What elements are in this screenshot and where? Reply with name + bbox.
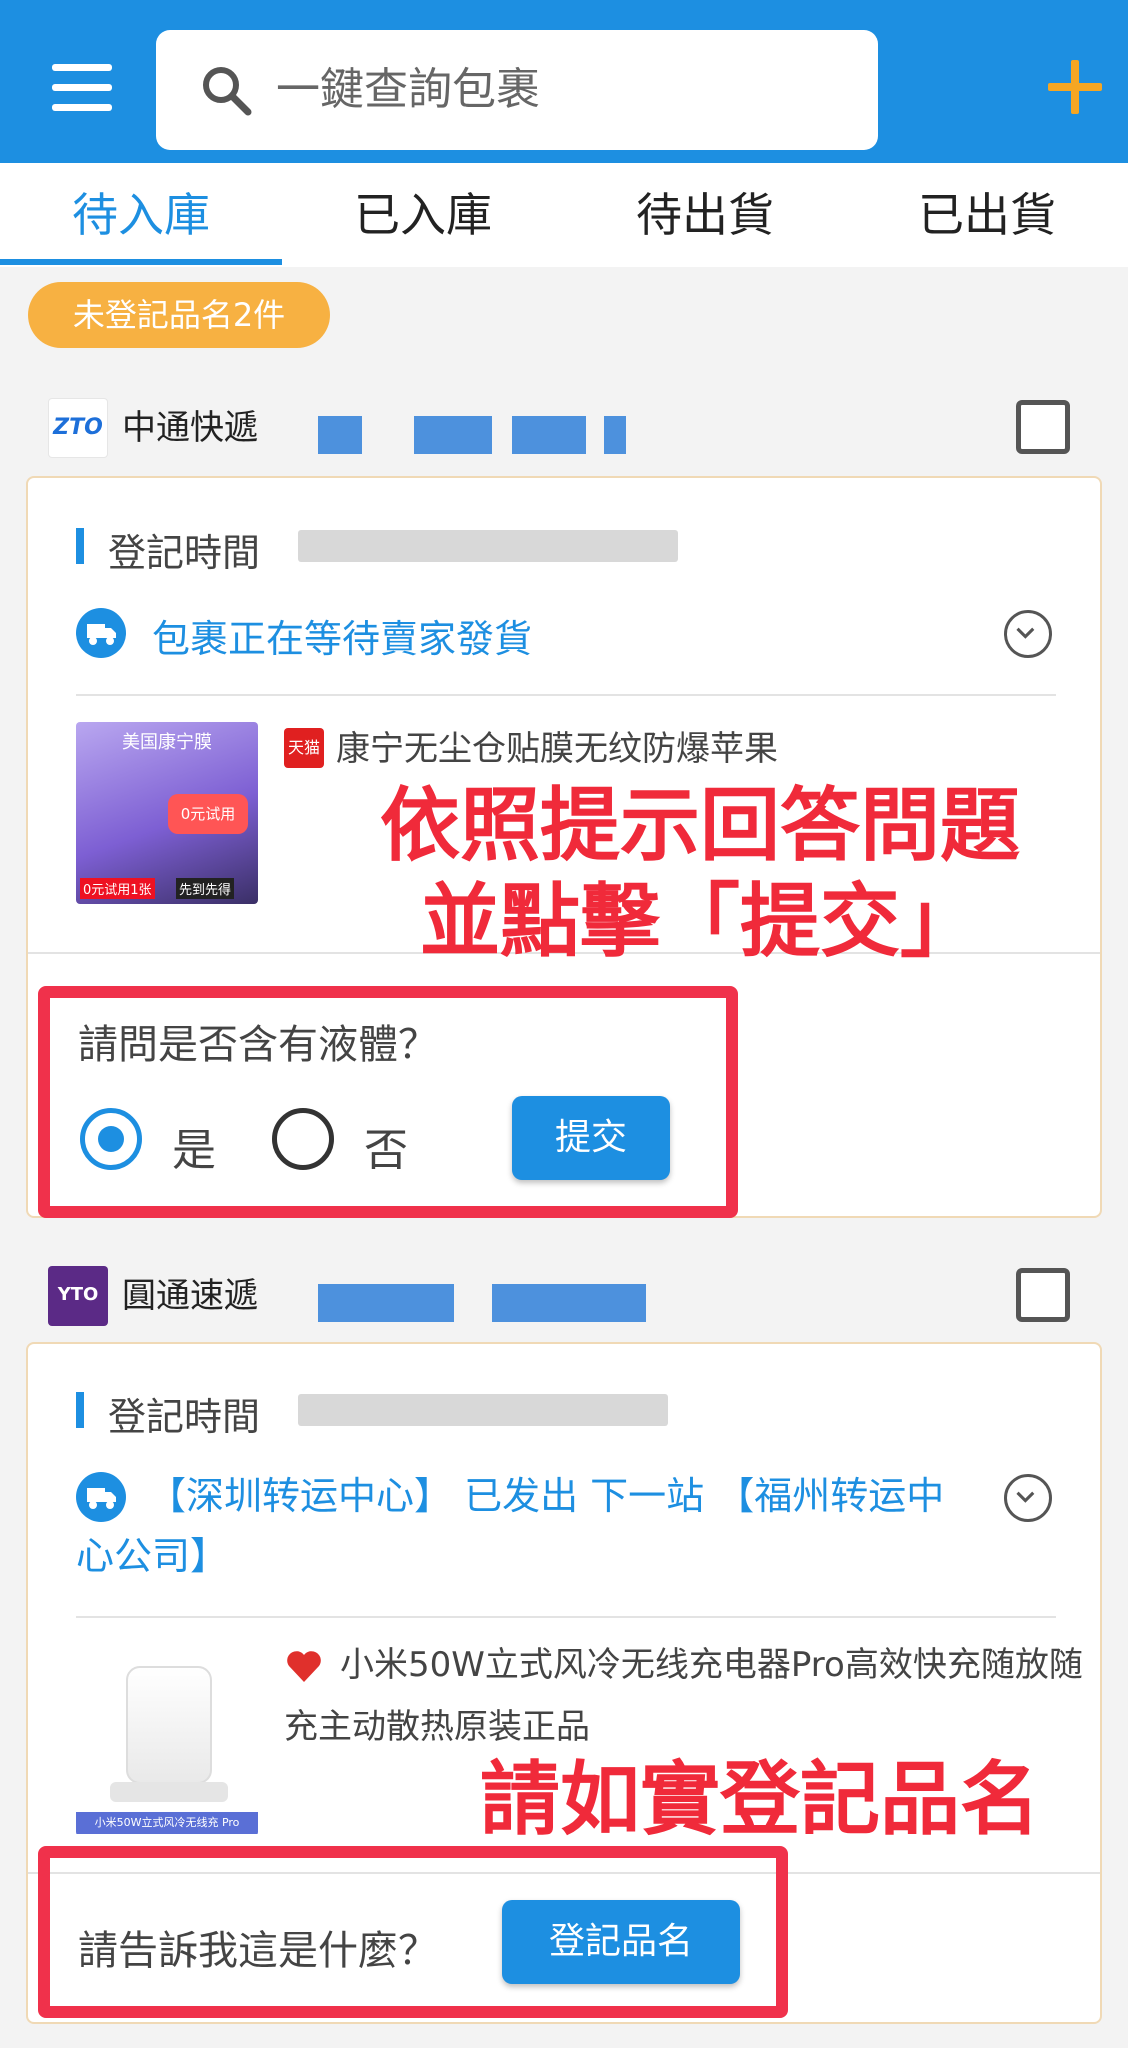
zto-logo-icon: ZTO [48,398,108,458]
section-bar [76,528,84,564]
select-checkbox[interactable] [1016,400,1070,454]
registration-time-label: 登記時間 [108,1395,261,1439]
annotation-instruction: 依照提示回答問題 並點擊「提交」 [320,778,1080,970]
truck-icon [76,608,126,658]
select-checkbox[interactable] [1016,1268,1070,1322]
tab-inbound[interactable]: 已入庫 [282,163,564,267]
product-thumbnail[interactable]: 美国康宁膜 0元试用 0元试用1张 先到先得 [76,722,258,904]
redacted-tracking-number [318,1284,454,1322]
redacted-timestamp [298,530,678,562]
carrier-row: ZTO 中通快遞 [0,372,1128,478]
thumbnail-tag: 先到先得 [176,878,235,899]
carrier-name: 中通快遞 [122,408,258,448]
search-icon [203,67,252,116]
registration-time-label: 登記時間 [108,531,261,575]
redacted-tracking-number [414,416,492,454]
yto-logo-icon: YTO [48,1266,108,1326]
unregistered-count-badge[interactable]: 未登記品名2件 [28,282,330,348]
tab-shipped[interactable]: 已出貨 [846,163,1128,267]
product-thumbnail[interactable]: 小米50W立式风冷无线充 Pro [76,1654,258,1836]
shipping-status: 【深圳转运中心】 已发出 下一站 【福州转运中心公司】 [76,1474,945,1578]
thumbnail-tag: 0元试用1张 [80,878,155,899]
product-title[interactable]: 小米50W立式风冷无线充电器Pro高效快充随放随充主动散热原装正品 [284,1634,1084,1758]
annotation-highlight-box [38,1846,788,2018]
tab-pending-inbound[interactable]: 待入庫 [0,163,282,267]
plus-icon[interactable] [1048,60,1102,114]
annotation-highlight-box [38,986,738,1218]
redacted-timestamp [298,1394,668,1426]
carrier-name: 圓通速遞 [122,1276,258,1316]
redacted-tracking-number [604,416,626,454]
app-header: 一鍵查詢包裹 [0,0,1128,163]
search-input[interactable]: 一鍵查詢包裹 [156,30,878,150]
chevron-down-icon[interactable] [1004,1474,1052,1522]
annotation-line: 依照提示回答問題 [380,779,1020,872]
annotation-line: 並點擊「提交」 [420,875,980,968]
thumbnail-caption: 小米50W立式风冷无线充 Pro [76,1812,258,1834]
charger-image [126,1666,212,1784]
yto-logo-text: YTO [57,1284,99,1305]
thumbnail-heading: 美国康宁膜 [122,732,212,753]
thumbnail-tag: 0元试用 [168,794,248,834]
divider [76,694,1056,696]
redacted-tracking-number [318,416,362,454]
tab-pending-shipment[interactable]: 待出貨 [564,163,846,267]
active-tab-indicator [0,259,282,265]
chevron-down-icon[interactable] [1004,610,1052,658]
carrier-row: YTO 圓通速遞 [0,1240,1128,1346]
redacted-tracking-number [492,1284,646,1322]
search-placeholder: 一鍵查詢包裹 [276,64,540,115]
tab-bar: 待入庫 已入庫 待出貨 已出貨 [0,163,1128,267]
hamburger-menu-icon[interactable] [52,64,112,112]
charger-base [110,1782,228,1802]
section-bar [76,1392,84,1428]
divider [76,1616,1056,1618]
shipping-status: 包裹正在等待賣家發貨 [152,617,533,661]
annotation-instruction: 請如實登記品名 [480,1753,1040,1846]
tmall-shop-icon: 天猫 [284,728,324,768]
product-title[interactable]: 康宁无尘仓贴膜无纹防爆苹果 [336,718,1096,780]
redacted-tracking-number [512,416,586,454]
